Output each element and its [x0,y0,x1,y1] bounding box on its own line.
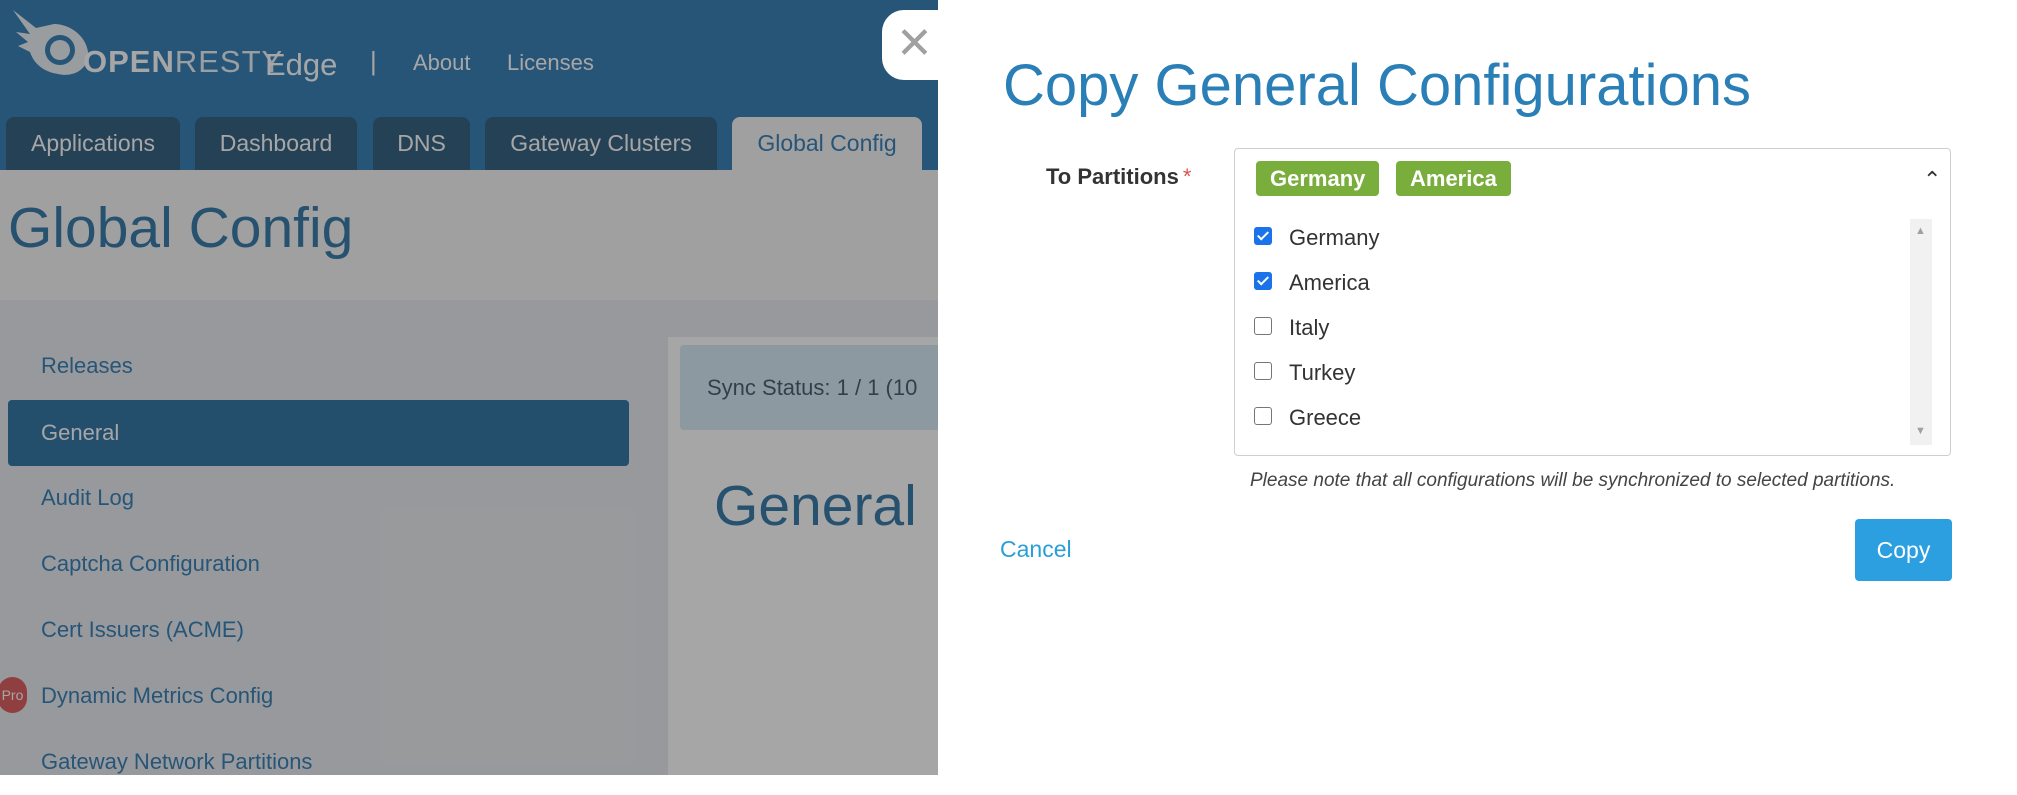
scroll-down-arrow-icon[interactable]: ▼ [1915,425,1926,437]
checkbox-italy[interactable] [1254,317,1272,336]
option-germany[interactable]: Germany [1254,221,1379,255]
option-italy[interactable]: Italy [1254,311,1329,345]
checkbox-germany[interactable] [1254,227,1272,246]
drawer-title: Copy General Configurations [1003,53,1751,118]
option-turkey[interactable]: Turkey [1254,356,1355,390]
checkbox-greece[interactable] [1254,407,1272,426]
options-scrollbar[interactable] [1910,219,1932,445]
scroll-up-arrow-icon[interactable]: ▲ [1915,225,1926,237]
cancel-button[interactable]: Cancel [1000,536,1072,563]
close-icon[interactable]: ✕ [896,19,933,69]
chevron-up-icon[interactable]: ⌃ [1923,167,1941,193]
required-mark: * [1182,164,1192,189]
selected-tag-germany[interactable]: Germany [1256,161,1380,196]
checkbox-turkey[interactable] [1254,362,1272,381]
sync-note: Please note that all configurations will… [1250,470,1896,491]
checkbox-america[interactable] [1254,272,1272,291]
option-greece[interactable]: Greece [1254,401,1361,435]
to-partitions-label: To Partitions * [1046,164,1192,189]
option-america[interactable]: America [1254,266,1370,300]
copy-button[interactable]: Copy [1855,519,1952,581]
selected-tag-america[interactable]: America [1396,161,1511,196]
